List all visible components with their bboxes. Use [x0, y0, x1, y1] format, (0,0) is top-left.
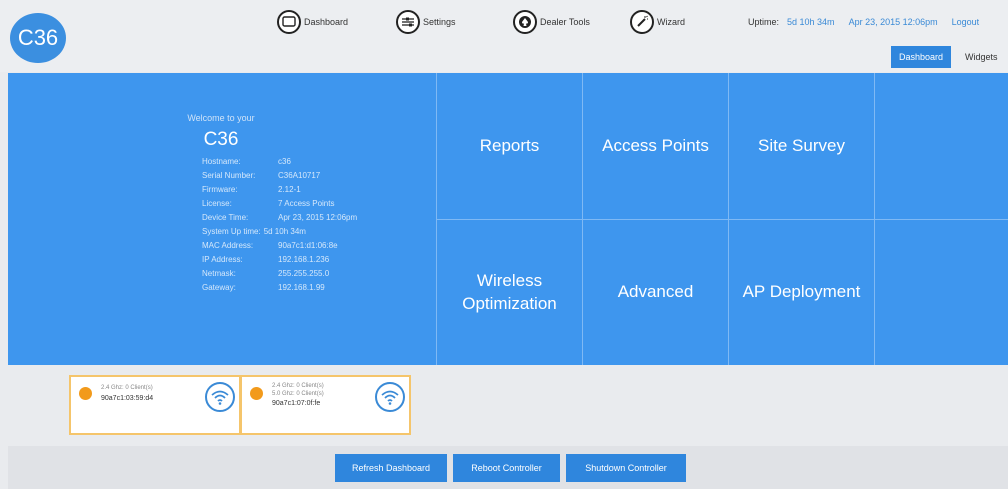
info-key: Gateway: [202, 283, 236, 292]
nav-dashboard[interactable]: Dashboard [277, 9, 348, 35]
warning-icon [79, 387, 92, 400]
logout-link[interactable]: Logout [952, 17, 980, 27]
info-value: 192.168.1.99 [278, 283, 325, 292]
tile-site-survey[interactable]: Site Survey [728, 73, 874, 219]
info-row-netmask: Netmask: 255.255.255.0 [202, 269, 329, 278]
dashboard-hero: Welcome to your C36 Hostname: c36 Serial … [8, 73, 1008, 365]
info-row-ip: IP Address: 192.168.1.236 [202, 255, 329, 264]
info-row-hostname: Hostname: c36 [202, 157, 291, 166]
monitor-icon [277, 10, 301, 34]
info-row-license: License: 7 Access Points [202, 199, 334, 208]
tile-ap-deployment[interactable]: AP Deployment [728, 219, 874, 365]
tab-widgets[interactable]: Widgets [957, 46, 1006, 68]
current-datetime: Apr 23, 2015 12:06pm [848, 17, 938, 27]
nav-settings[interactable]: Settings [396, 9, 456, 35]
wifi-icon [205, 382, 235, 412]
spade-icon [513, 10, 537, 34]
info-row-mac: MAC Address: 90a7c1:d1:06:8e [202, 241, 338, 250]
nav-dealer-tools-label: Dealer Tools [540, 17, 590, 27]
logo: C36 [10, 13, 66, 63]
nav-settings-label: Settings [423, 17, 456, 27]
info-row-firmware: Firmware: 2.12-1 [202, 185, 301, 194]
tile-reports[interactable]: Reports [436, 73, 582, 219]
info-key: Serial Number: [202, 171, 256, 180]
wifi-icon [375, 382, 405, 412]
top-bar: C36 Dashboard Settings Dealer Tools Wiza… [0, 0, 1008, 72]
shutdown-controller-button[interactable]: Shutdown Controller [566, 454, 686, 482]
info-value: 192.168.1.236 [278, 255, 330, 264]
info-value: c36 [278, 157, 291, 166]
info-key: License: [202, 199, 232, 208]
ap-card[interactable]: 2.4 Ghz: 0 Client(s) 90a7c1:03:59:d4 [69, 375, 241, 435]
info-value: 7 Access Points [278, 199, 335, 208]
ap-mac: 90a7c1:07:0f:fe [272, 400, 321, 407]
uptime-label: Uptime: [748, 17, 780, 27]
tile-advanced[interactable]: Advanced [582, 219, 728, 365]
info-key: Hostname: [202, 157, 241, 166]
ap-radio-status: 2.4 Ghz: 0 Client(s) [272, 383, 324, 389]
info-key: IP Address: [202, 255, 243, 264]
refresh-dashboard-button[interactable]: Refresh Dashboard [335, 454, 447, 482]
info-key: Firmware: [202, 185, 238, 194]
status-bar: Uptime: 5d 10h 34m Apr 23, 2015 12:06pm Log… [748, 17, 979, 27]
reboot-controller-button[interactable]: Reboot Controller [453, 454, 560, 482]
wand-icon [630, 10, 654, 34]
info-row-serial: Serial Number: C36A10717 [202, 171, 320, 180]
uptime-value: 5d 10h 34m [787, 17, 835, 27]
ap-card[interactable]: 2.4 Ghz: 0 Client(s) 5.0 Ghz: 0 Client(s… [240, 375, 411, 435]
info-key: Netmask: [202, 269, 236, 278]
tile-wireless-line1: Wireless [476, 270, 543, 290]
warning-icon [250, 387, 263, 400]
tile-empty [874, 73, 1008, 219]
info-value: Apr 23, 2015 12:06pm [278, 213, 358, 222]
tab-dashboard[interactable]: Dashboard [891, 46, 952, 68]
info-row-device-time: Device Time: Apr 23, 2015 12:06pm [202, 213, 357, 222]
info-value: 5d 10h 34m [263, 227, 306, 236]
nav-dashboard-label: Dashboard [304, 17, 349, 27]
nav-wizard[interactable]: Wizard [630, 9, 685, 35]
nav-dealer-tools[interactable]: Dealer Tools [513, 9, 590, 35]
info-value: 2.12-1 [278, 185, 301, 194]
info-key: System Up time: [202, 227, 261, 236]
controller-info: Welcome to your C36 Hostname: c36 Serial … [8, 73, 434, 365]
tile-wireless-line2: Optimization [462, 293, 557, 313]
welcome-text: Welcome to your [187, 113, 255, 123]
tile-wireless-optimization[interactable]: Wireless Optimization [436, 219, 582, 365]
tile-access-points[interactable]: Access Points [582, 73, 728, 219]
info-value: 255.255.255.0 [278, 269, 330, 278]
tile-empty [874, 219, 1008, 365]
info-value: 90a7c1:d1:06:8e [278, 241, 338, 250]
nav-wizard-label: Wizard [657, 17, 686, 27]
ap-mac: 90a7c1:03:59:d4 [101, 395, 154, 402]
sliders-icon [396, 10, 420, 34]
info-row-uptime: System Up time: 5d 10h 34m [202, 227, 306, 236]
ap-radio-status: 5.0 Ghz: 0 Client(s) [272, 391, 324, 397]
info-value: C36A10717 [278, 171, 321, 180]
info-key: MAC Address: [202, 241, 254, 250]
info-key: Device Time: [202, 213, 249, 222]
ap-radio-status: 2.4 Ghz: 0 Client(s) [101, 385, 153, 391]
controller-model: C36 [203, 129, 239, 150]
info-row-gateway: Gateway: 192.168.1.99 [202, 283, 325, 292]
